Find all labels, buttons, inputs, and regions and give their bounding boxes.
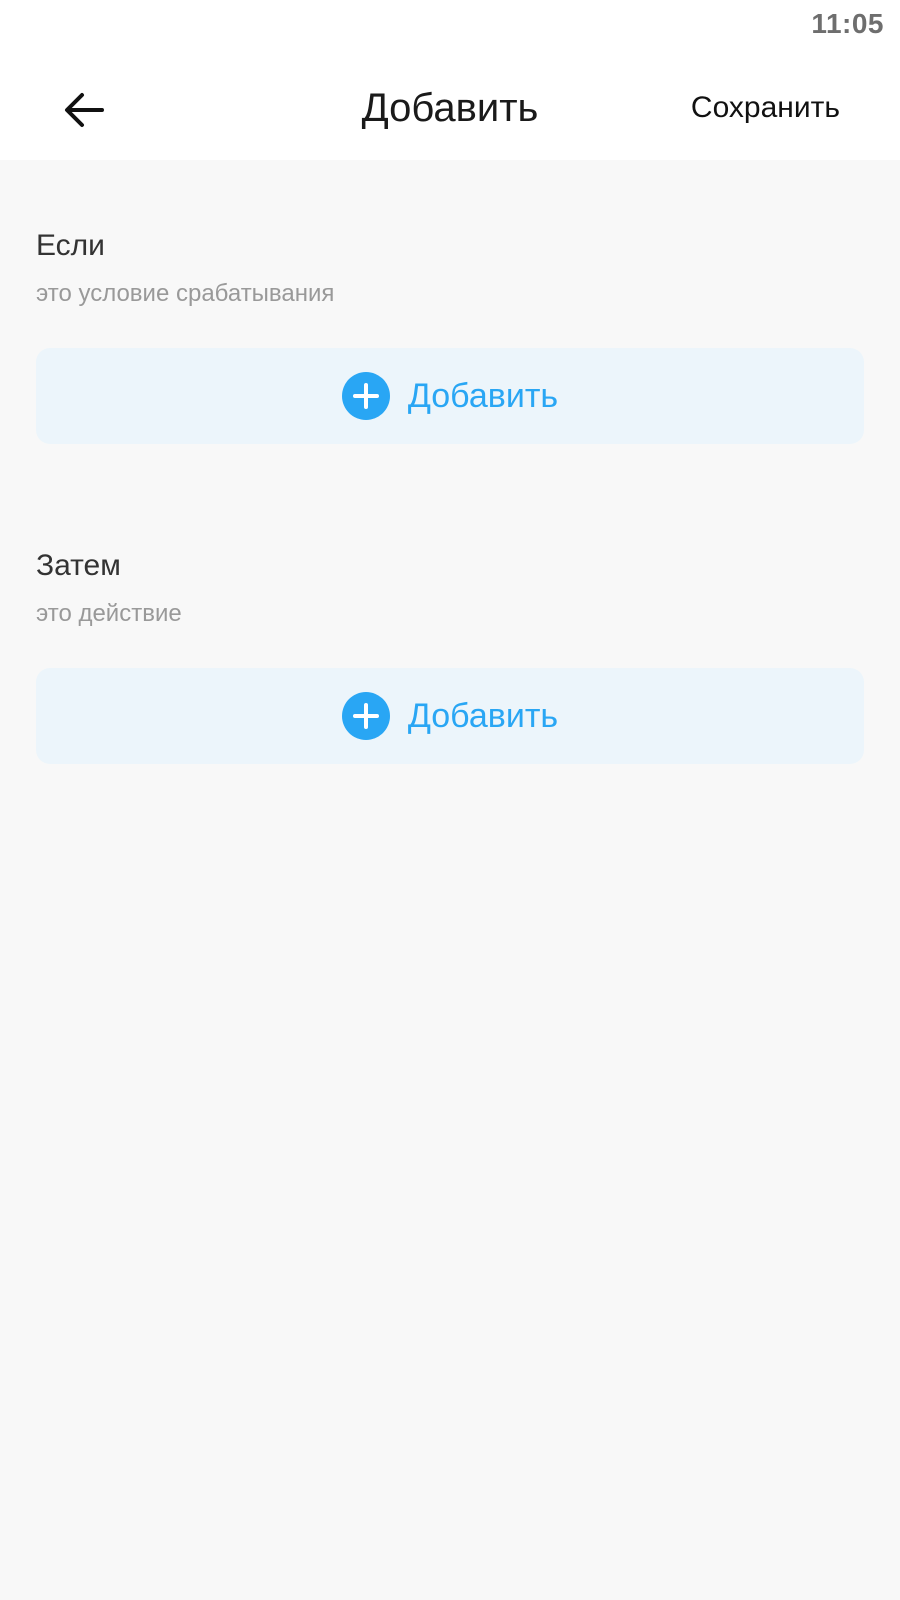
plus-circle-icon <box>341 372 390 420</box>
add-condition-button[interactable]: Добавить <box>36 348 864 444</box>
action-section-title: Затем <box>36 549 121 582</box>
add-condition-label: Добавить <box>407 376 559 415</box>
add-action-button[interactable]: Добавить <box>36 668 864 764</box>
plus-circle-icon <box>341 692 390 740</box>
status-time: 11:05 <box>811 8 884 39</box>
condition-section-subtitle: это условие срабатывания <box>36 280 335 307</box>
app-bar: Добавить Сохранить <box>0 56 900 160</box>
action-section-subtitle: это действие <box>36 600 182 627</box>
action-section: Затем это действие Добавить <box>36 546 864 764</box>
save-button[interactable]: Сохранить <box>691 78 840 138</box>
condition-section-title: Если <box>36 229 105 262</box>
condition-section: Если это условие срабатывания Добавить <box>36 226 864 444</box>
status-bar: 11:05 <box>0 0 900 56</box>
add-action-label: Добавить <box>407 696 559 735</box>
